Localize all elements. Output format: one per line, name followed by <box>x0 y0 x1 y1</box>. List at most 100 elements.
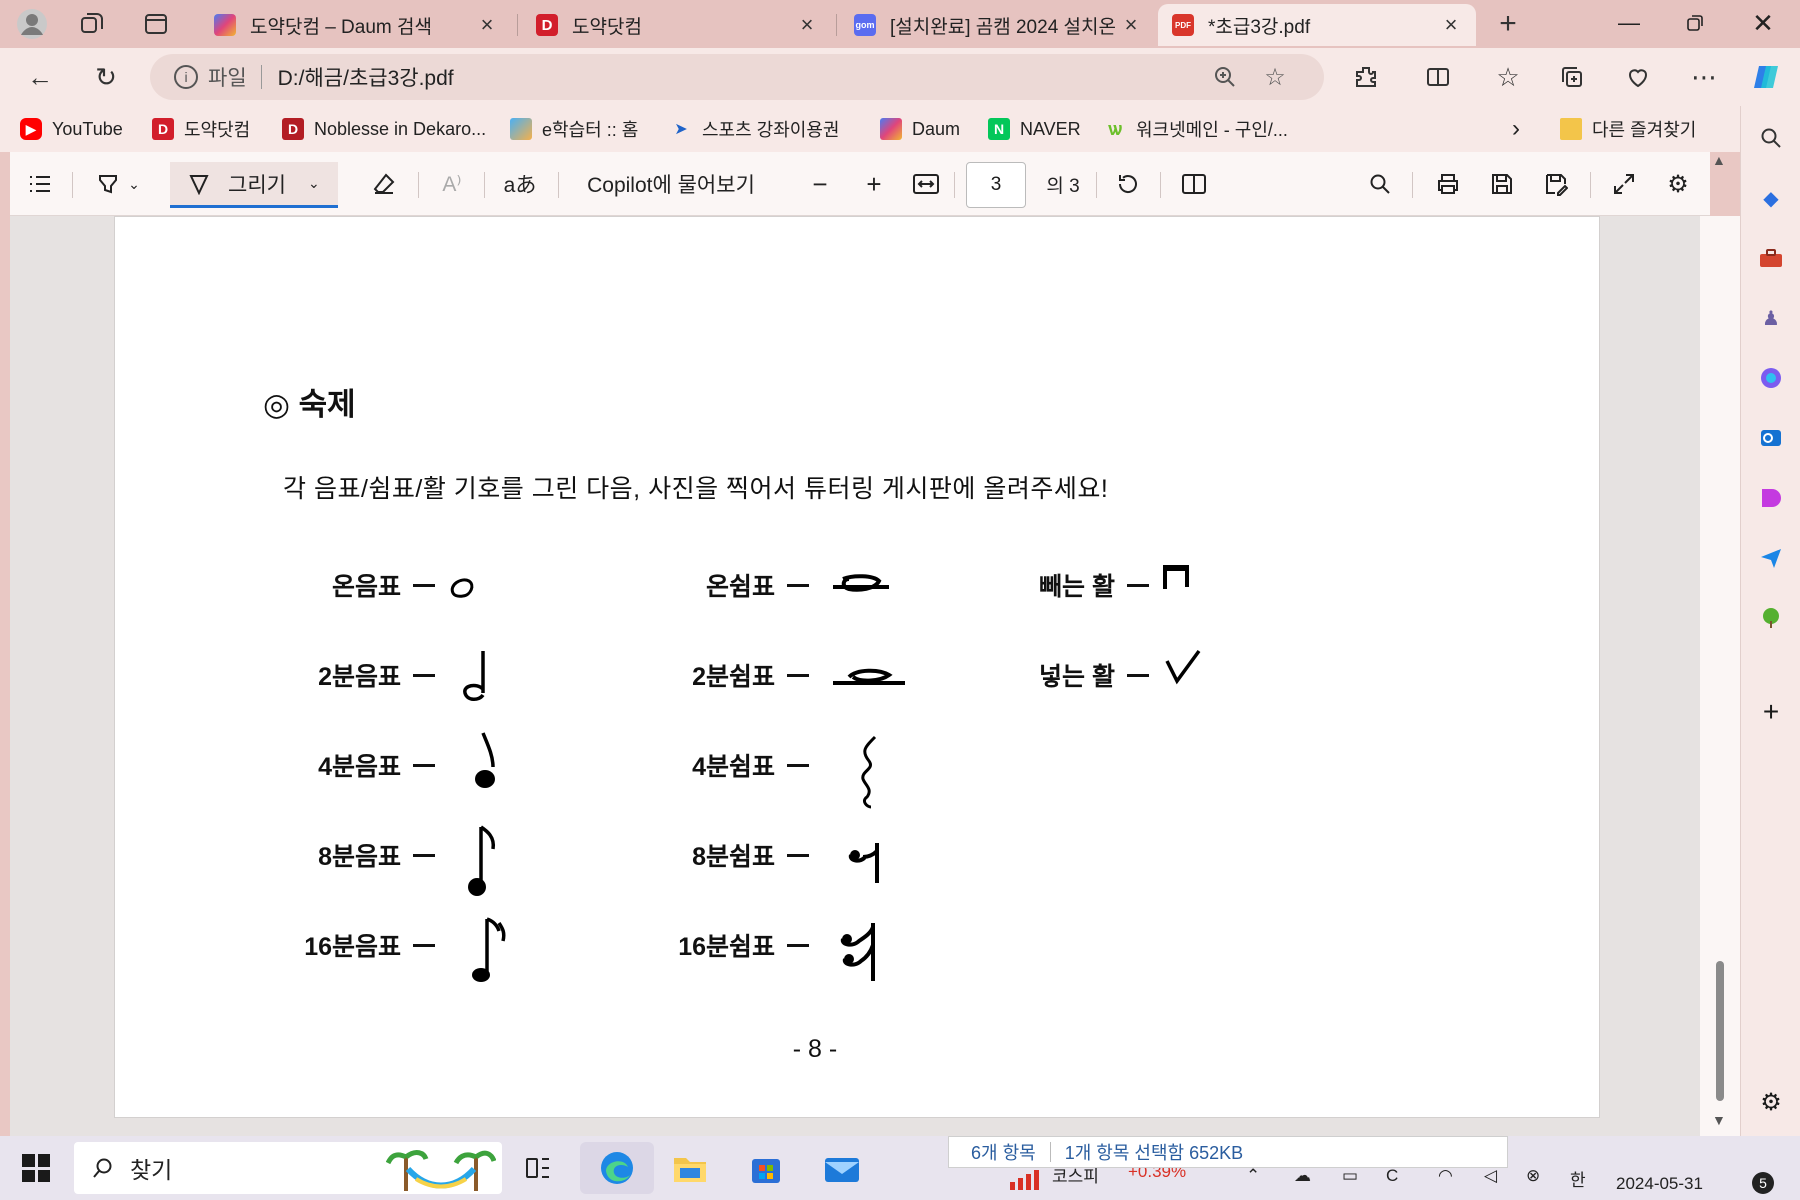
stock-chart-icon[interactable] <box>1008 1166 1042 1190</box>
accessibility-icon[interactable]: ⊗ <box>1526 1166 1540 1186</box>
refresh-icon[interactable]: ↻ <box>88 59 124 95</box>
scroll-down-icon[interactable]: ▼ <box>1712 1112 1726 1128</box>
toolbar-divider <box>1096 172 1097 198</box>
korean-ime-icon[interactable]: 한 <box>1570 1166 1586 1191</box>
selection-info: 1개 항목 선택함 652KB <box>1064 1143 1244 1163</box>
zoom-out-icon[interactable]: − <box>802 166 838 202</box>
split-screen-icon[interactable] <box>1420 59 1456 95</box>
extensions-icon[interactable] <box>1348 59 1384 95</box>
dash <box>787 944 809 947</box>
profile-avatar[interactable] <box>14 6 50 42</box>
favorite-youtube[interactable]: ▶ YouTube <box>20 114 123 144</box>
taskbar-search-box[interactable]: 찾기 <box>74 1142 502 1194</box>
tab-gomcam[interactable]: gom [설치완료] 곰캠 2024 설치온 × <box>840 4 1156 46</box>
table-of-contents-icon[interactable] <box>22 166 58 202</box>
zoom-icon[interactable] <box>1210 62 1240 92</box>
copilot-icon[interactable] <box>1748 59 1784 95</box>
favorite-sports[interactable]: ➤ 스포츠 강좌이용권 <box>670 114 839 144</box>
dash <box>787 764 809 767</box>
save-icon[interactable] <box>1484 166 1520 202</box>
collections-icon[interactable] <box>1554 59 1590 95</box>
save-as-icon[interactable] <box>1538 166 1574 202</box>
games-icon[interactable]: ♟ <box>1755 302 1787 334</box>
tab-daum-search[interactable]: 도약닷컴 – Daum 검색 × <box>200 4 512 46</box>
fullscreen-icon[interactable] <box>1606 166 1642 202</box>
notification-badge[interactable]: 5 <box>1752 1172 1774 1194</box>
info-icon[interactable]: i <box>174 65 198 89</box>
address-bar[interactable]: i 파일 D:/해금/초급3강.pdf ☆ <box>150 54 1324 100</box>
toolbar-divider <box>558 172 559 198</box>
edge-taskbar-icon[interactable] <box>580 1142 654 1194</box>
minimize-button[interactable]: — <box>1596 0 1662 46</box>
close-tab-icon[interactable]: × <box>1440 12 1462 38</box>
scroll-up-icon[interactable]: ▲ <box>1712 152 1726 168</box>
tab-actions-icon[interactable] <box>138 6 174 42</box>
eraser-icon[interactable] <box>366 166 402 202</box>
onedrive-icon[interactable]: ☁ <box>1294 1166 1311 1186</box>
vertical-scrollbar[interactable]: ▲ ▼ <box>1700 152 1740 1136</box>
fit-width-icon[interactable] <box>908 166 944 202</box>
outlook-icon[interactable] <box>1755 422 1787 454</box>
text-options-icon[interactable]: aあ <box>500 166 540 202</box>
sidebar-settings-icon[interactable]: ⚙ <box>1755 1086 1787 1118</box>
windows-start-icon[interactable] <box>22 1154 50 1182</box>
shopping-tag-icon[interactable]: ◆ <box>1755 182 1787 214</box>
address-url[interactable]: D:/해금/초급3강.pdf <box>278 62 454 92</box>
find-icon[interactable] <box>1362 166 1398 202</box>
send-icon[interactable] <box>1755 542 1787 574</box>
close-tab-icon[interactable]: × <box>1120 12 1142 38</box>
rotate-icon[interactable] <box>1110 166 1146 202</box>
page-view-icon[interactable] <box>1174 166 1214 202</box>
folder-icon <box>1560 118 1582 140</box>
favorite-dekaro[interactable]: D Noblesse in Dekaro... <box>282 114 486 144</box>
restore-button[interactable] <box>1662 0 1728 46</box>
pdf-settings-icon[interactable]: ⚙ <box>1660 166 1696 202</box>
highlight-icon[interactable]: ⌄ <box>88 166 148 202</box>
zoom-in-icon[interactable]: + <box>856 166 892 202</box>
draw-button[interactable]: 그리기 ⌄ <box>170 162 338 208</box>
favorites-icon[interactable]: ☆ <box>1490 59 1526 95</box>
favorite-naver[interactable]: N NAVER <box>988 114 1081 144</box>
new-tab-icon[interactable]: + <box>1490 6 1526 42</box>
favorite-doyak[interactable]: D 도약닷컴 <box>152 114 250 144</box>
favorite-elearning[interactable]: e학습터 :: 홈 <box>510 114 638 144</box>
speaker-icon[interactable]: ◁ <box>1484 1166 1497 1186</box>
copilot-ask-button[interactable]: Copilot에 물어보기 <box>576 166 766 202</box>
ime-indicator[interactable]: C <box>1386 1166 1398 1186</box>
favorite-daum[interactable]: Daum <box>880 114 960 144</box>
favorites-overflow-icon[interactable]: › <box>1512 114 1520 144</box>
tools-icon[interactable] <box>1755 242 1787 274</box>
back-icon[interactable]: ← <box>22 59 58 95</box>
other-favorites-folder[interactable]: 다른 즐겨찾기 <box>1560 114 1696 144</box>
page-number-input[interactable]: 3 <box>966 162 1026 208</box>
close-tab-icon[interactable]: × <box>476 12 498 38</box>
toolbar-divider <box>72 172 73 198</box>
print-icon[interactable] <box>1430 166 1466 202</box>
workspaces-icon[interactable] <box>74 6 110 42</box>
browser-essentials-icon[interactable] <box>1620 59 1656 95</box>
more-options-icon[interactable]: ⋯ <box>1686 59 1722 95</box>
battery-icon[interactable]: ▭ <box>1342 1166 1358 1186</box>
designer-icon[interactable] <box>1755 482 1787 514</box>
pdf-viewer[interactable]: ◎ 숙제 각 음표/쉼표/활 기호를 그린 다음, 사진을 찍어서 튜터링 게시… <box>10 216 1710 1136</box>
mail-icon[interactable] <box>822 1148 862 1188</box>
microsoft365-icon[interactable] <box>1755 362 1787 394</box>
tree-icon[interactable] <box>1755 602 1787 634</box>
search-icon[interactable] <box>1755 122 1787 154</box>
show-hidden-icons[interactable]: ⌃ <box>1246 1166 1260 1186</box>
tab-doyak[interactable]: D 도약닷컴 × <box>522 4 832 46</box>
clock-date[interactable]: 2024-05-31 <box>1616 1174 1703 1194</box>
microsoft-store-icon[interactable] <box>746 1148 786 1188</box>
scrollbar-thumb[interactable] <box>1716 961 1724 1101</box>
tab-pdf[interactable]: PDF *초급3강.pdf × <box>1158 4 1476 46</box>
favorite-star-icon[interactable]: ☆ <box>1260 62 1290 92</box>
file-explorer-icon[interactable] <box>670 1148 710 1188</box>
wifi-icon[interactable]: ◠ <box>1438 1166 1453 1186</box>
close-tab-icon[interactable]: × <box>796 12 818 38</box>
task-view-icon[interactable] <box>518 1148 558 1188</box>
item-count: 6개 항목 <box>971 1143 1036 1163</box>
close-window-button[interactable]: ✕ <box>1730 0 1796 46</box>
read-aloud-icon[interactable]: A⁾ <box>434 166 470 202</box>
add-sidebar-app-icon[interactable]: + <box>1755 696 1787 728</box>
favorite-worknet[interactable]: ѡ 워크넷메인 - 구인/... <box>1104 114 1288 144</box>
